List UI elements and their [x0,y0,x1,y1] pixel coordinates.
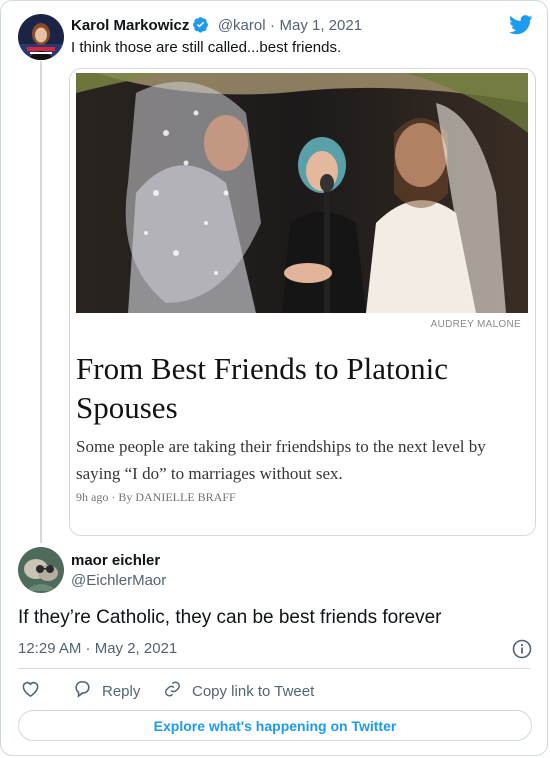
info-icon[interactable] [512,639,532,664]
reply-author-handle[interactable]: @EichlerMaor [71,572,166,589]
divider [18,668,530,669]
article-card[interactable]: AUDREY MALONE From Best Friends to Plato… [69,68,536,536]
quoted-tweet-date[interactable]: May 1, 2021 [279,17,362,34]
article-time: 9h ago [76,490,109,504]
quoted-author-name[interactable]: Karol Markowicz [71,17,189,34]
article-author: By DANIELLE BRAFF [118,490,236,504]
header-separator: · [270,17,276,34]
twitter-bird-icon[interactable] [509,15,533,40]
like-button[interactable] [21,680,50,702]
quoted-author-avatar[interactable] [18,14,64,60]
copy-link-button[interactable]: Copy link to Tweet [163,680,314,702]
reply-author-name[interactable]: maor eichler [71,552,160,569]
reply-label: Reply [102,682,141,700]
quoted-tweet-header: Karol Markowicz @karol · May 1, 2021 [71,16,362,38]
heart-icon [21,680,50,702]
article-byline: 9h ago · By DANIELLE BRAFF [76,490,236,505]
quoted-author-handle[interactable]: @karol [218,17,266,34]
copy-link-label: Copy link to Tweet [192,682,315,700]
reply-tweet-time[interactable]: 12:29 AM · May 2, 2021 [18,640,177,657]
explore-twitter-button[interactable]: Explore what's happening on Twitter [18,710,532,741]
reply-icon [73,680,102,702]
thread-line [40,61,42,543]
tweet-embed-card: Karol Markowicz @karol · May 1, 2021 I t… [0,0,548,756]
reply-button[interactable]: Reply [73,680,140,702]
photo-credit: AUDREY MALONE [430,319,521,330]
link-icon [163,680,192,702]
verified-badge-icon [192,16,209,38]
article-summary: Some people are taking their friendships… [76,437,486,483]
reply-tweet-text: If they’re Catholic, they can be best fr… [18,607,442,628]
byline-separator: · [111,490,116,504]
quoted-tweet-text: I think those are still called...best fr… [71,39,342,56]
article-photo [76,73,528,313]
reply-author-avatar[interactable] [18,547,64,593]
article-headline[interactable]: From Best Friends to Platonic Spouses [76,349,516,427]
